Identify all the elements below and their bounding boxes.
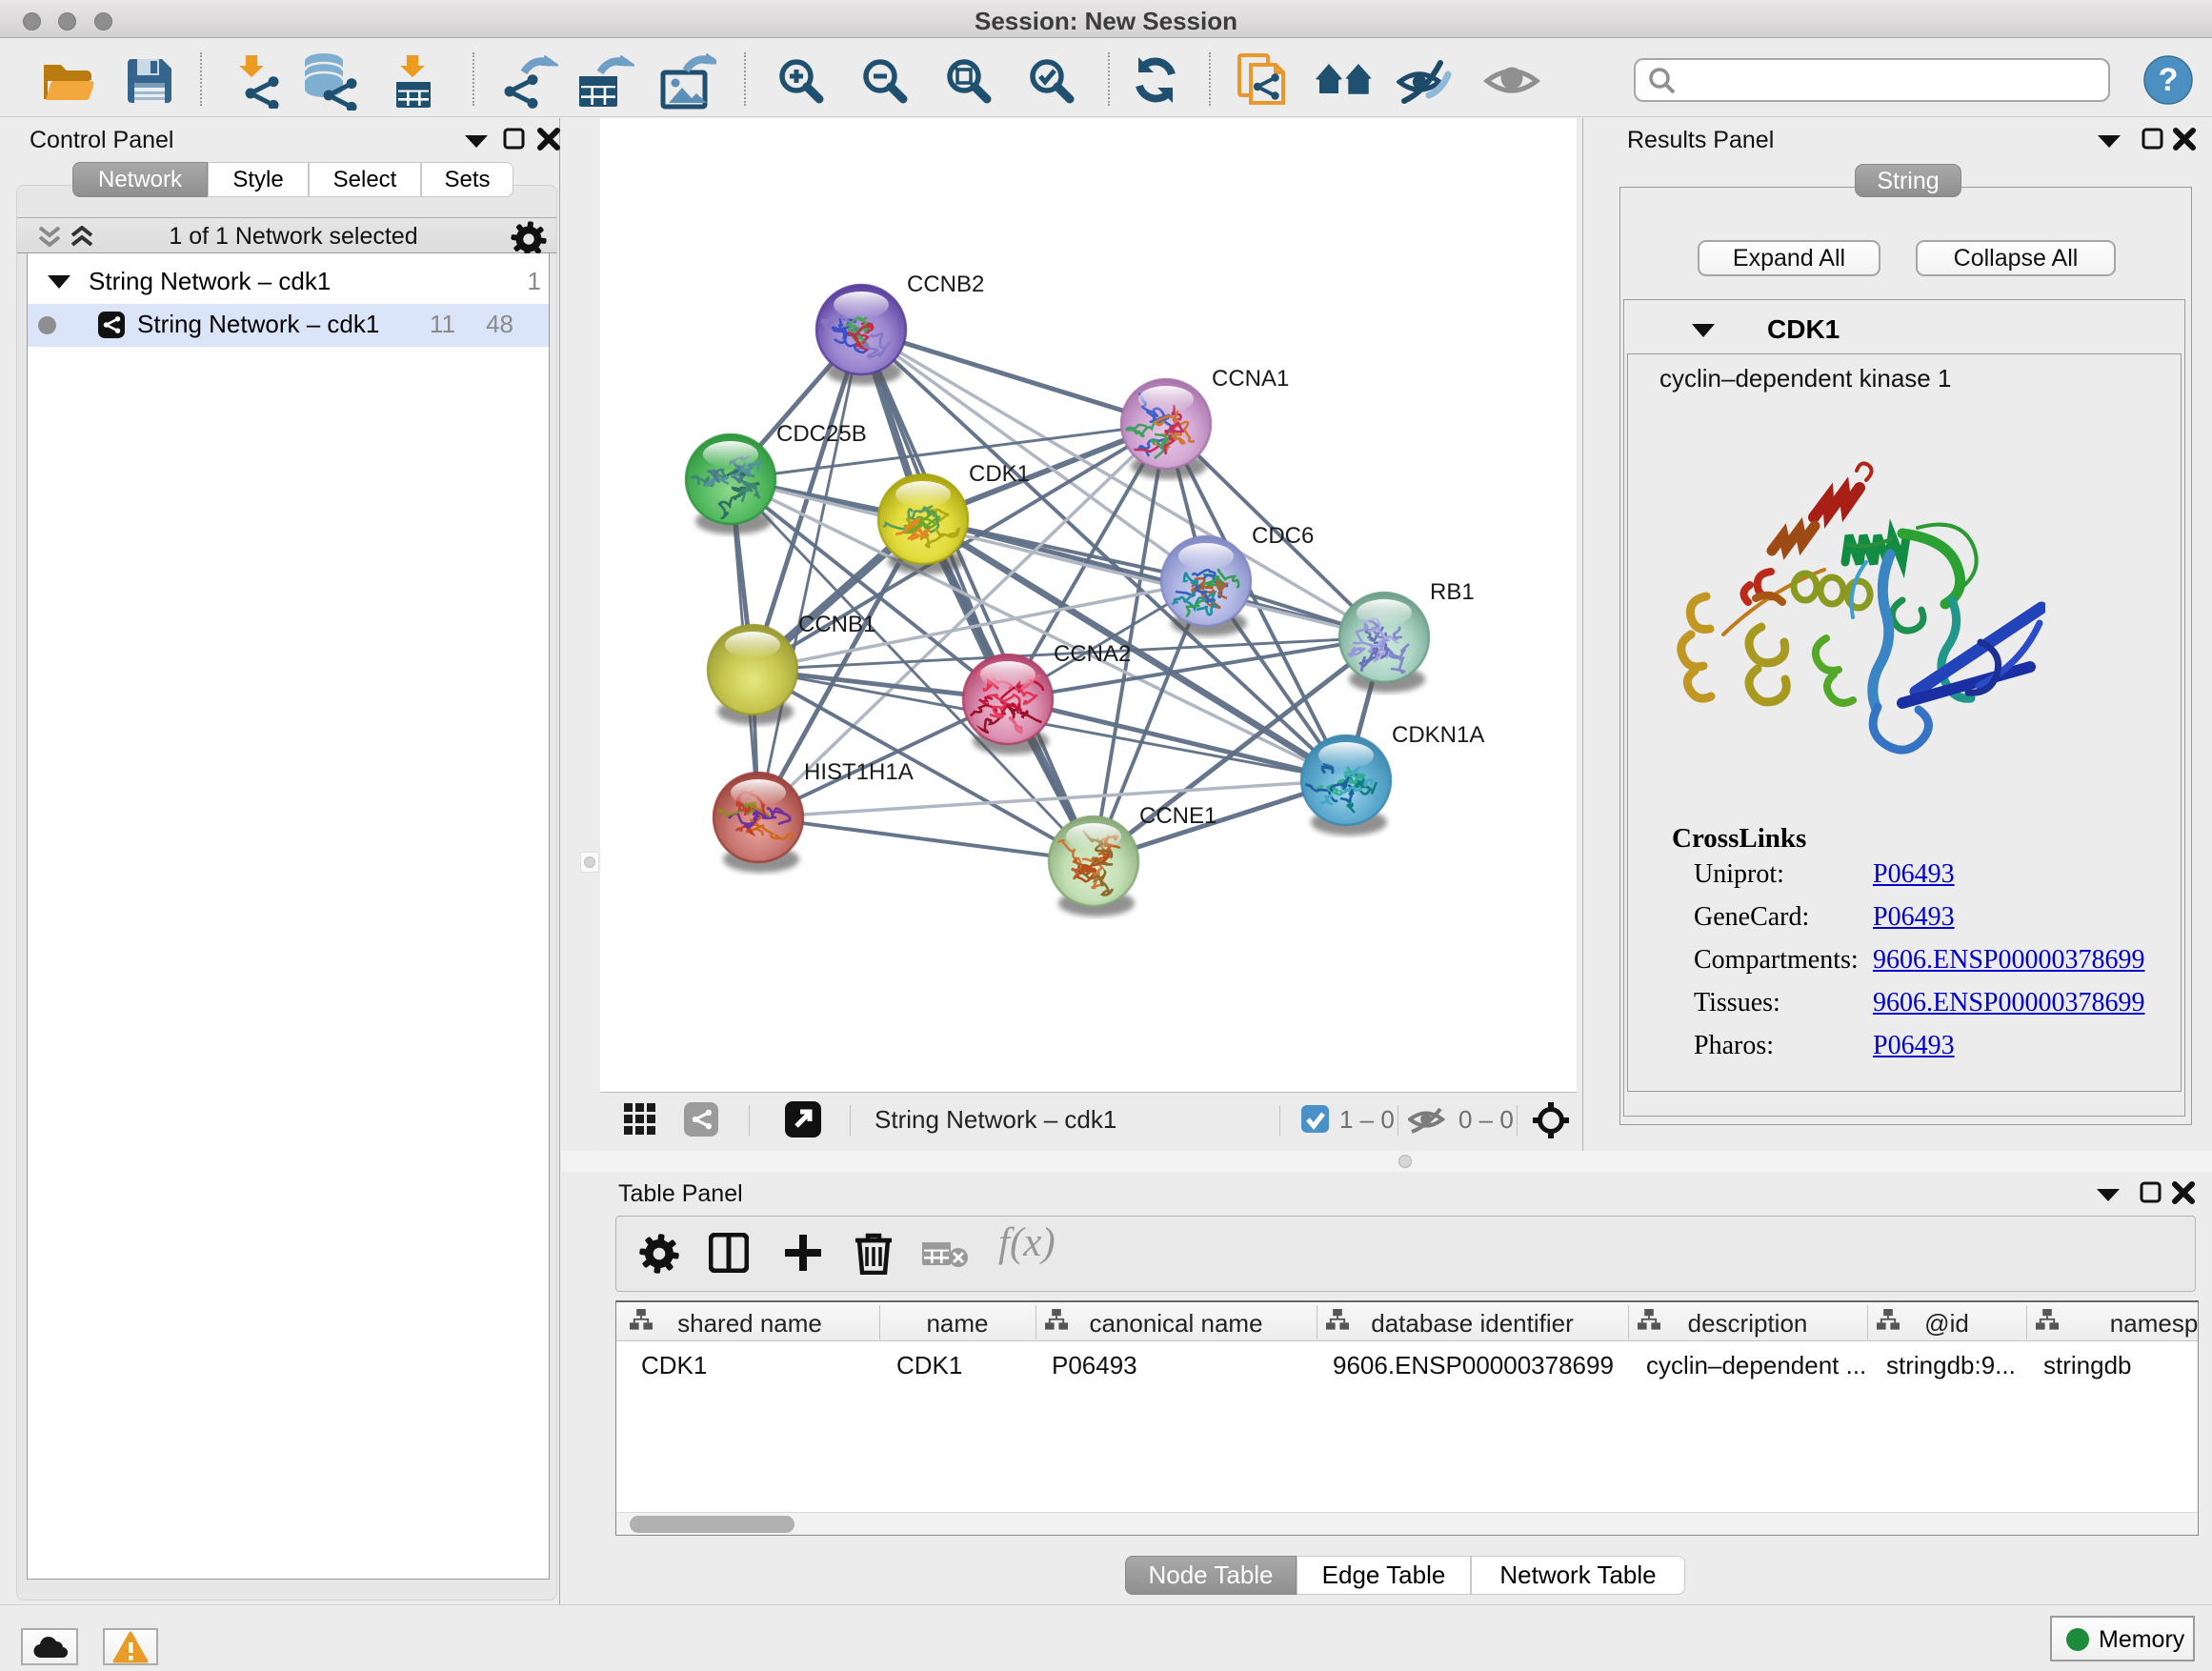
svg-text:?: ?	[2159, 62, 2179, 98]
svg-text:CCNA2: CCNA2	[1054, 641, 1131, 667]
svg-text:CCNB2: CCNB2	[907, 272, 984, 297]
svg-text:RB1: RB1	[1430, 579, 1475, 605]
svg-text:CDK1: CDK1	[969, 461, 1030, 487]
svg-text:CCNE1: CCNE1	[1139, 803, 1217, 829]
svg-text:CCNB1: CCNB1	[798, 612, 875, 637]
svg-text:HIST1H1A: HIST1H1A	[804, 759, 914, 785]
svg-text:CDC6: CDC6	[1252, 523, 1314, 549]
svg-text:CCNA1: CCNA1	[1212, 366, 1289, 392]
svg-text:CDKN1A: CDKN1A	[1392, 722, 1484, 748]
svg-text:CDC25B: CDC25B	[776, 421, 867, 447]
